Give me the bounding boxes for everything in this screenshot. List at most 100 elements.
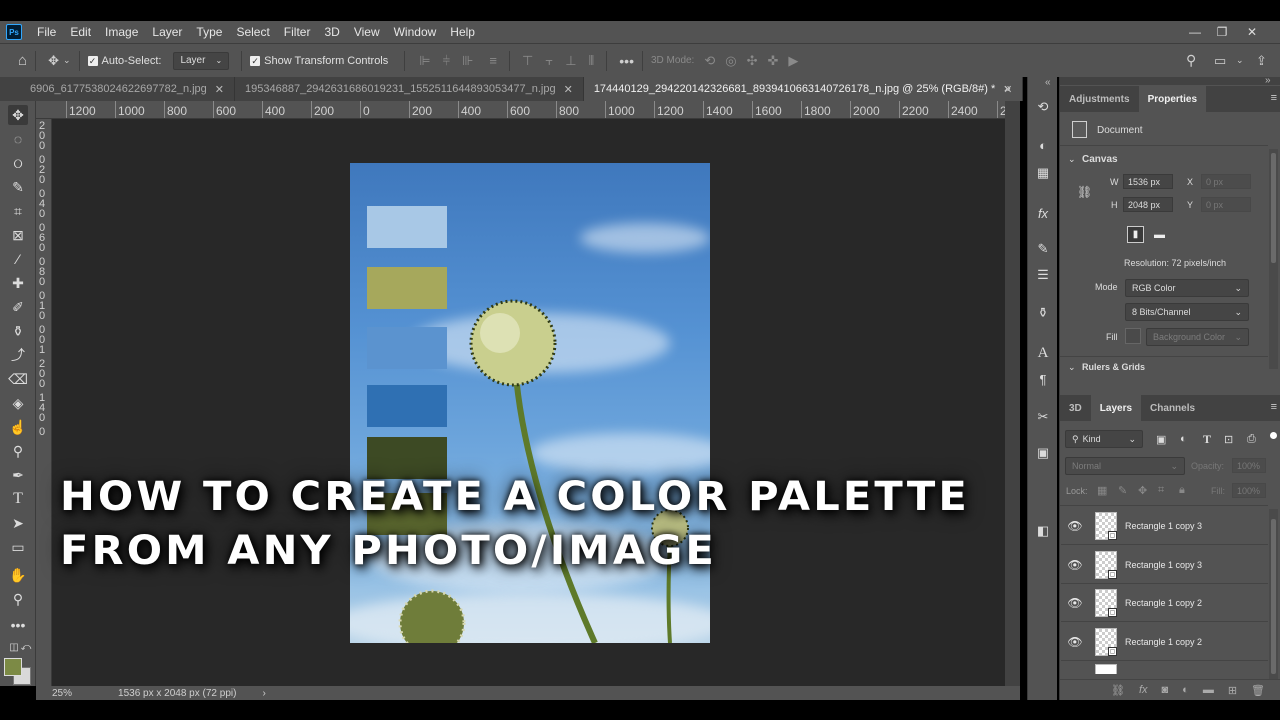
foreground-color-swatch[interactable]: [4, 658, 22, 676]
filter-kind-dropdown[interactable]: ⚲ Kind ⌄: [1065, 430, 1143, 448]
chevron-right-icon[interactable]: »: [1004, 81, 1011, 95]
tab-adjustments[interactable]: Adjustments: [1060, 86, 1139, 112]
menu-type[interactable]: Type: [189, 21, 229, 43]
filter-adjustment-icon[interactable]: ◐: [1180, 433, 1187, 445]
zoom-tool-icon[interactable]: ⚲: [8, 589, 28, 609]
panel-collapse-strip[interactable]: [1005, 101, 1020, 686]
blend-mode-dropdown[interactable]: Normal ⌄: [1065, 457, 1185, 475]
chevron-down-icon[interactable]: ⌄: [63, 55, 71, 66]
swatches-icon[interactable]: ▦: [1033, 163, 1053, 183]
mode-dropdown[interactable]: RGB Color ⌄: [1125, 279, 1249, 297]
eyedropper-icon[interactable]: ⁄: [8, 249, 28, 269]
marquee-tool-icon[interactable]: ◌: [8, 129, 28, 149]
more-options-icon[interactable]: •••: [619, 53, 634, 69]
chevron-right-icon[interactable]: ›: [262, 688, 265, 699]
eye-icon[interactable]: 👁︎: [1061, 596, 1089, 610]
healing-brush-icon[interactable]: ✚: [8, 273, 28, 293]
bit-depth-dropdown[interactable]: 8 Bits/Channel ⌄: [1125, 303, 1249, 321]
close-icon[interactable]: ✕: [564, 83, 573, 96]
layers-scrollbar[interactable]: [1269, 509, 1278, 679]
hand-tool-icon[interactable]: ✋: [8, 565, 28, 585]
tab-document-3[interactable]: 174440129_294220142326681_89394106631407…: [583, 77, 1024, 101]
rectangle-tool-icon[interactable]: ▭: [8, 537, 28, 557]
y-field[interactable]: 0 px: [1201, 197, 1251, 212]
color-icon[interactable]: ◐: [1033, 135, 1053, 155]
chevron-down-icon[interactable]: ⌄: [1068, 154, 1076, 165]
palette-swatch-5[interactable]: [367, 437, 447, 479]
swap-colors-icon[interactable]: ⤺: [16, 637, 36, 657]
3d-roll-icon[interactable]: ◎: [725, 53, 736, 69]
quick-select-icon[interactable]: ✎: [8, 177, 28, 197]
fill-field[interactable]: 100%: [1232, 483, 1266, 498]
3d-slide-icon[interactable]: ✜: [768, 53, 779, 69]
eye-icon[interactable]: 👁︎: [1061, 635, 1089, 649]
adjustments-icon[interactable]: ☰: [1033, 265, 1053, 285]
lock-all-icon[interactable]: 🔒︎: [1179, 484, 1185, 497]
home-icon[interactable]: ⌂: [18, 52, 27, 69]
paragraph-icon[interactable]: ¶: [1033, 369, 1053, 389]
link-layers-icon[interactable]: ⛓: [1111, 684, 1125, 697]
align-top-icon[interactable]: ⊤: [522, 53, 533, 69]
paint-bucket-icon[interactable]: ◈: [8, 393, 28, 413]
palette-swatch-4[interactable]: [367, 385, 447, 427]
width-field[interactable]: 1536 px: [1123, 174, 1173, 189]
new-group-icon[interactable]: ▬: [1203, 684, 1214, 696]
3d-pan-icon[interactable]: ✣: [747, 53, 758, 69]
adjustment-layer-icon[interactable]: ◐: [1182, 684, 1189, 696]
layer-style-icon[interactable]: fx: [1139, 684, 1148, 696]
palette-swatch-3[interactable]: [367, 327, 447, 369]
character-icon[interactable]: A: [1033, 343, 1053, 363]
history-brush-icon[interactable]: ⤴: [8, 345, 28, 365]
menu-3d[interactable]: 3D: [317, 21, 346, 43]
distribute-icon[interactable]: ≡: [489, 53, 497, 68]
restore-icon[interactable]: ❐: [1208, 21, 1236, 43]
3d-orbit-icon[interactable]: ⟲: [704, 53, 715, 69]
filter-type-icon[interactable]: T: [1203, 432, 1211, 447]
align-right-icon[interactable]: ⊪: [462, 53, 473, 69]
tab-document-1[interactable]: 6906_6177538024622697782_n.jpg ✕: [0, 77, 236, 101]
dodge-icon[interactable]: ⚲: [8, 441, 28, 461]
layer-row[interactable]: 👁︎ ▢ Rectangle 1 copy 2: [1061, 584, 1268, 622]
move-tool-icon[interactable]: ✥: [48, 53, 59, 69]
collapse-icon[interactable]: »: [1265, 75, 1271, 86]
more-tools-icon[interactable]: •••: [8, 615, 28, 635]
filter-toggle-icon[interactable]: [1270, 432, 1277, 439]
lock-artboard-icon[interactable]: ⌗: [1158, 484, 1164, 497]
close-icon[interactable]: ✕: [215, 83, 224, 96]
lock-image-icon[interactable]: ✎: [1118, 484, 1127, 497]
styles-icon[interactable]: fx: [1033, 203, 1053, 223]
type-tool-icon[interactable]: T: [8, 489, 28, 509]
move-tool-icon[interactable]: ✥: [8, 105, 28, 125]
distribute-v-icon[interactable]: ⦀: [589, 53, 595, 69]
link-icon[interactable]: ⛓: [1077, 185, 1092, 199]
menu-image[interactable]: Image: [98, 21, 145, 43]
x-field[interactable]: 0 px: [1201, 174, 1251, 189]
layer-mask-icon[interactable]: ◙: [1162, 684, 1169, 696]
fill-dropdown[interactable]: Background Color ⌄: [1146, 328, 1249, 346]
align-left-icon[interactable]: ⊫: [419, 53, 430, 69]
palette-swatch-1[interactable]: [367, 206, 447, 248]
menu-select[interactable]: Select: [229, 21, 276, 43]
frame-tool-icon[interactable]: ⊠: [8, 225, 28, 245]
lock-transparent-icon[interactable]: ▦: [1097, 484, 1107, 497]
brushes-icon[interactable]: ✎: [1033, 239, 1053, 259]
clone-stamp-icon[interactable]: ⚱: [8, 321, 28, 341]
menu-layer[interactable]: Layer: [145, 21, 189, 43]
auto-select-checkbox[interactable]: ✓ Auto-Select:: [87, 55, 161, 67]
share-icon[interactable]: ⇪: [1256, 53, 1267, 69]
menu-edit[interactable]: Edit: [63, 21, 98, 43]
new-layer-icon[interactable]: ⊞: [1228, 684, 1237, 697]
tab-3d[interactable]: 3D: [1060, 395, 1091, 421]
fill-color-swatch[interactable]: [1125, 328, 1141, 344]
menu-help[interactable]: Help: [443, 21, 482, 43]
height-field[interactable]: 2048 px: [1123, 197, 1173, 212]
eye-icon[interactable]: 👁︎: [1061, 558, 1089, 572]
tab-properties[interactable]: Properties: [1138, 86, 1207, 112]
smudge-icon[interactable]: ☝: [8, 417, 28, 437]
3d-camera-icon[interactable]: ▶: [788, 53, 798, 69]
chevron-down-icon[interactable]: ⌄: [1068, 362, 1076, 373]
lasso-tool-icon[interactable]: ଠ: [8, 153, 28, 173]
align-center-h-icon[interactable]: ⫩: [443, 53, 450, 69]
layer-row[interactable]: 👁︎ ▢ Rectangle 1 copy 2: [1061, 623, 1268, 661]
chevron-down-icon[interactable]: ⌄: [1236, 55, 1244, 66]
